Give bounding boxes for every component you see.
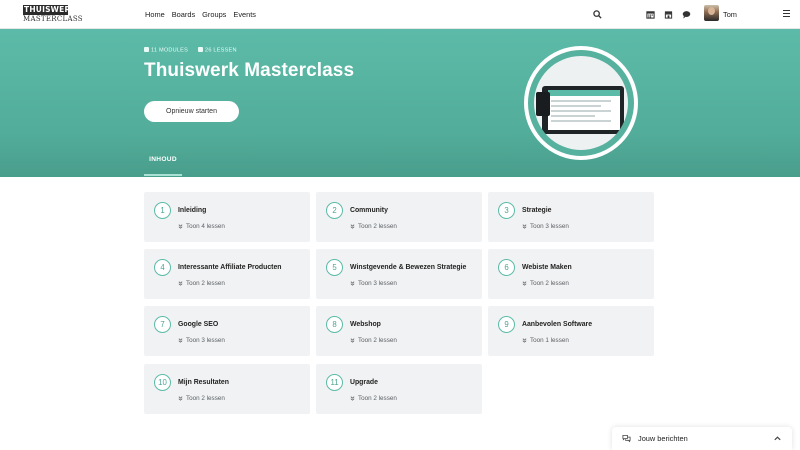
module-card[interactable]: 9 Aanbevolen Software Toon 1 lessen [488, 306, 654, 356]
tablet-illustration [536, 92, 550, 116]
double-chevron-down-icon [522, 224, 527, 229]
restart-button[interactable]: Opnieuw starten [144, 101, 239, 122]
course-thumbnail [524, 46, 638, 160]
messages-dock[interactable]: Jouw berichten [612, 427, 792, 450]
course-thumbnail-image [534, 56, 628, 150]
course-hero [0, 29, 800, 177]
module-title[interactable]: Google SEO [178, 321, 218, 328]
store-icon[interactable] [663, 9, 674, 20]
logo-line-2: MASTERCLASS [23, 15, 83, 23]
laptop-illustration [542, 86, 624, 134]
module-title[interactable]: Strategie [522, 207, 552, 214]
module-lessons-toggle[interactable]: Toon 2 lessen [350, 223, 397, 230]
double-chevron-down-icon [178, 338, 183, 343]
module-title[interactable]: Upgrade [350, 379, 378, 386]
module-number: 4 [154, 259, 171, 276]
module-number: 3 [498, 202, 515, 219]
chevron-up-icon[interactable] [773, 434, 782, 443]
search-icon[interactable] [592, 9, 603, 20]
double-chevron-down-icon [178, 224, 183, 229]
chat-icon[interactable] [681, 9, 692, 20]
nav-groups[interactable]: Groups [202, 10, 226, 19]
avatar[interactable] [704, 5, 719, 21]
module-title[interactable]: Community [350, 207, 388, 214]
module-card[interactable]: 8 Webshop Toon 2 lessen [316, 306, 482, 356]
module-lessons-toggle[interactable]: Toon 2 lessen [350, 395, 397, 402]
double-chevron-down-icon [350, 281, 355, 286]
messages-label: Jouw berichten [638, 434, 688, 443]
module-title[interactable]: Webiste Maken [522, 264, 572, 271]
module-card[interactable]: 1 Inleiding Toon 4 lessen [144, 192, 310, 242]
module-card[interactable]: 4 Interessante Affiliate Producten Toon … [144, 249, 310, 299]
double-chevron-down-icon [350, 338, 355, 343]
menu-icon[interactable] [783, 10, 791, 18]
module-lessons-toggle[interactable]: Toon 3 lessen [350, 280, 397, 287]
module-number: 8 [326, 316, 343, 333]
module-number: 7 [154, 316, 171, 333]
logo-line-1: THUISWERK [23, 5, 77, 15]
lessons-icon [198, 47, 204, 52]
module-title[interactable]: Interessante Affiliate Producten [178, 264, 282, 271]
top-navbar: THUISWERK MASTERCLASS Home Boards Groups… [0, 0, 800, 29]
module-title[interactable]: Winstgevende & Bewezen Strategie [350, 264, 466, 271]
module-card[interactable]: 2 Community Toon 2 lessen [316, 192, 482, 242]
module-card[interactable]: 6 Webiste Maken Toon 2 lessen [488, 249, 654, 299]
module-lessons-toggle[interactable]: Toon 2 lessen [178, 280, 225, 287]
module-card[interactable]: 7 Google SEO Toon 3 lessen [144, 306, 310, 356]
module-number: 10 [154, 374, 171, 391]
module-card[interactable]: 11 Upgrade Toon 2 lessen [316, 364, 482, 414]
double-chevron-down-icon [350, 224, 355, 229]
module-title[interactable]: Webshop [350, 321, 381, 328]
chat-bubbles-icon [622, 434, 631, 443]
module-lessons-toggle[interactable]: Toon 3 lessen [178, 337, 225, 344]
module-lessons-toggle[interactable]: Toon 3 lessen [522, 223, 569, 230]
modules-count: 11 MODULES [144, 47, 188, 54]
nav-events[interactable]: Events [233, 10, 256, 19]
module-number: 9 [498, 316, 515, 333]
course-meta: 11 MODULES 26 LESSEN [144, 47, 237, 54]
module-card[interactable]: 5 Winstgevende & Bewezen Strategie Toon … [316, 249, 482, 299]
module-card[interactable]: 3 Strategie Toon 3 lessen [488, 192, 654, 242]
user-name[interactable]: Tom [723, 10, 737, 19]
module-lessons-toggle[interactable]: Toon 1 lessen [522, 337, 569, 344]
nav-home[interactable]: Home [145, 10, 165, 19]
module-card[interactable]: 10 Mijn Resultaten Toon 2 lessen [144, 364, 310, 414]
module-lessons-toggle[interactable]: Toon 2 lessen [350, 337, 397, 344]
module-title[interactable]: Mijn Resultaten [178, 379, 229, 386]
double-chevron-down-icon [350, 396, 355, 401]
module-number: 11 [326, 374, 343, 391]
nav-boards[interactable]: Boards [172, 10, 195, 19]
module-number: 6 [498, 259, 515, 276]
module-lessons-toggle[interactable]: Toon 4 lessen [178, 223, 225, 230]
page-title: Thuiswerk Masterclass [144, 60, 355, 81]
double-chevron-down-icon [178, 396, 183, 401]
calendar-icon[interactable] [645, 9, 656, 20]
double-chevron-down-icon [178, 281, 183, 286]
module-number: 5 [326, 259, 343, 276]
site-logo[interactable]: THUISWERK MASTERCLASS [23, 5, 83, 24]
module-title[interactable]: Aanbevolen Software [522, 321, 592, 328]
double-chevron-down-icon [522, 338, 527, 343]
lessons-count: 26 LESSEN [198, 47, 237, 54]
module-lessons-toggle[interactable]: Toon 2 lessen [178, 395, 225, 402]
modules-icon [144, 47, 149, 52]
module-number: 2 [326, 202, 343, 219]
double-chevron-down-icon [522, 281, 527, 286]
module-lessons-toggle[interactable]: Toon 2 lessen [522, 280, 569, 287]
module-number: 1 [154, 202, 171, 219]
tab-inhoud[interactable]: INHOUD [144, 156, 182, 176]
main-nav: Home Boards Groups Events [145, 0, 256, 29]
module-title[interactable]: Inleiding [178, 207, 206, 214]
